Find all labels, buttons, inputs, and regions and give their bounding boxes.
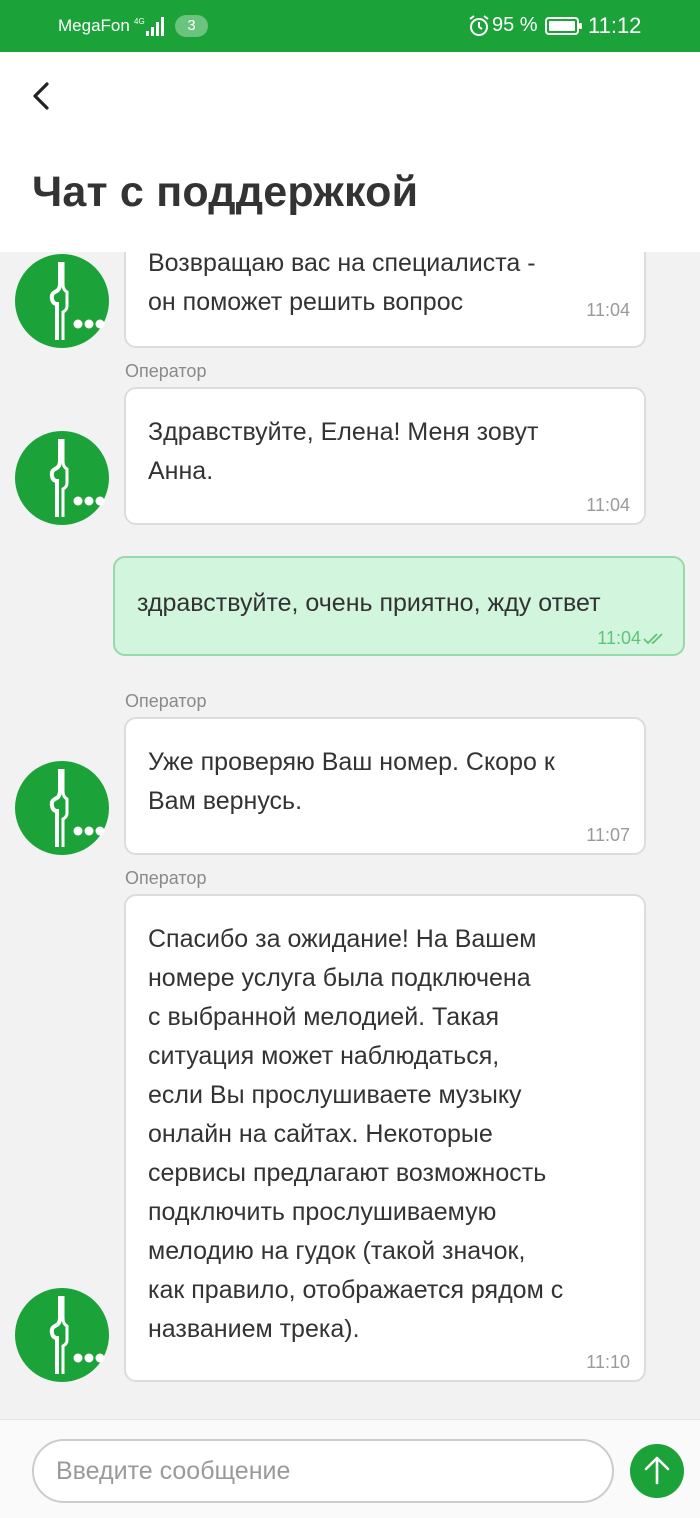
message-text: здравствуйте, очень приятно, жду ответ <box>137 589 601 617</box>
message-time: 11:10 <box>586 1352 630 1372</box>
operator-avatar-icon <box>15 1288 109 1382</box>
svg-text:4G: 4G <box>134 17 145 26</box>
message-time: 11:04 <box>597 628 641 648</box>
page-title: Чат с поддержкой <box>32 168 419 216</box>
message-time: 11:07 <box>586 825 630 845</box>
operator-avatar-icon <box>15 761 109 855</box>
operator-avatar-icon <box>15 431 109 525</box>
message-bubble-user: здравствуйте, очень приятно, жду ответ 1… <box>113 556 685 656</box>
arrow-up-icon <box>644 1456 670 1485</box>
alarm-icon <box>469 15 489 36</box>
message-bubble-operator: Возвращаю вас на специалиста - он поможе… <box>124 252 646 348</box>
message-bubble-operator: Здравствуйте, Елена! Меня зовут Анна. 11… <box>124 387 646 525</box>
message-text: Здравствуйте, Елена! Меня зовут Анна. <box>148 418 539 485</box>
message-text: Спасибо за ожидание! На Вашем номере усл… <box>148 925 564 1343</box>
message-bubble-operator: Уже проверяю Ваш номер. Скоро к Вам верн… <box>124 717 646 855</box>
message-time: 11:04 <box>586 300 630 320</box>
status-bar: MegaFon 4G 3 95 % 11:12 <box>0 0 700 52</box>
message-composer <box>0 1419 700 1518</box>
message-text: Возвращаю вас на специалиста - он поможе… <box>148 252 536 316</box>
battery-icon <box>545 17 582 35</box>
signal-icon: 4G <box>134 17 164 36</box>
operator-label: Оператор <box>125 868 207 888</box>
chat-messages[interactable]: Возвращаю вас на специалиста - он поможе… <box>0 252 700 1419</box>
message-text: Уже проверяю Ваш номер. Скоро к Вам верн… <box>148 748 555 815</box>
message-bubble-operator: Спасибо за ожидание! На Вашем номере усл… <box>124 894 646 1382</box>
chevron-left-icon <box>33 82 49 110</box>
sim-badge: 3 <box>175 15 208 37</box>
message-input[interactable] <box>32 1439 614 1503</box>
send-button[interactable] <box>630 1444 684 1498</box>
message-time: 11:04 <box>586 495 630 515</box>
back-button[interactable] <box>22 76 62 116</box>
operator-label: Оператор <box>125 361 207 381</box>
app-header: Чат с поддержкой <box>0 52 700 252</box>
operator-avatar-icon <box>15 254 109 348</box>
double-check-icon <box>643 633 663 645</box>
carrier-name: MegaFon <box>58 16 130 35</box>
status-time: 11:12 <box>588 13 642 38</box>
operator-label: Оператор <box>125 691 207 711</box>
battery-percent: 95 % <box>492 14 538 36</box>
